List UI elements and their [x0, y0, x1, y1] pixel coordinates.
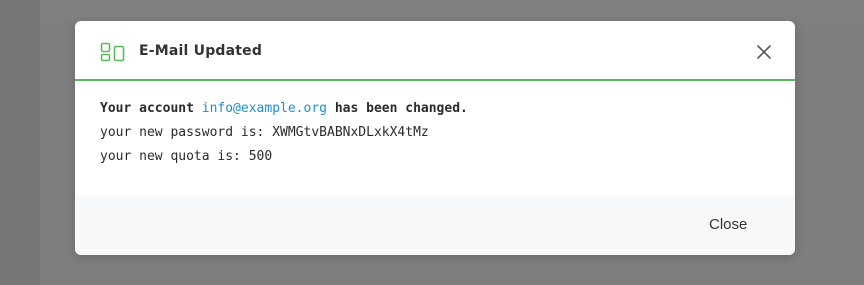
close-button[interactable]: Close — [697, 213, 759, 237]
layout-panels-icon — [100, 42, 128, 62]
backdrop — [40, 0, 864, 22]
email-link[interactable]: info@example.org — [202, 101, 327, 116]
password-line: your new password is: XWMGtvBABNxDLxkX4t… — [100, 121, 770, 145]
dialog-header: E-Mail Updated — [75, 21, 795, 81]
message-prefix: Your account — [100, 101, 194, 116]
dialog-title: E-Mail Updated — [139, 43, 263, 59]
quota-label: your new quota is: — [100, 149, 241, 164]
dialog-footer: Close — [75, 196, 795, 255]
dialog-body: Your account info@example.org has been c… — [100, 97, 770, 169]
password-value: XWMGtvBABNxDLxkX4tMz — [272, 125, 429, 140]
password-label: your new password is: — [100, 125, 265, 140]
quota-line: your new quota is: 500 — [100, 145, 770, 169]
message-suffix: has been changed. — [334, 101, 468, 116]
account-changed-message: Your account info@example.org has been c… — [100, 97, 770, 121]
close-x-icon[interactable] — [755, 43, 773, 61]
backdrop — [0, 0, 40, 285]
email-updated-dialog: E-Mail Updated Your account info@example… — [75, 21, 795, 255]
quota-value: 500 — [248, 149, 273, 164]
